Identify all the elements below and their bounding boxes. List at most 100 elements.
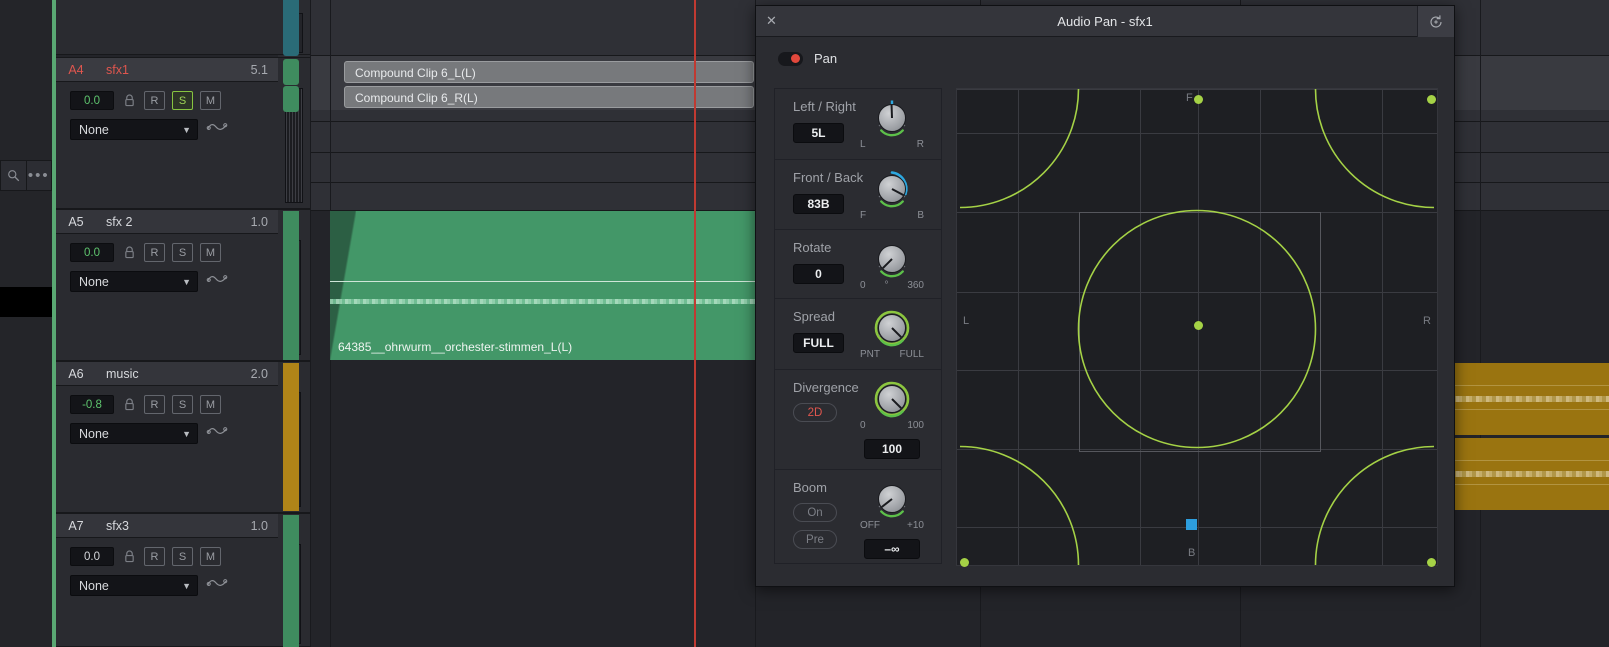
record-button[interactable]: R (144, 91, 165, 110)
spread-knob[interactable] (873, 309, 911, 347)
track-tint-a7 (283, 515, 299, 647)
pan-node-back-left[interactable] (960, 558, 969, 567)
playhead[interactable] (694, 0, 696, 647)
clip-orchester[interactable]: 64385__ohrwurm__orchester-stimmen_L(L) (330, 211, 778, 360)
scale-min: OFF (860, 520, 880, 531)
automation-curve-icon[interactable] (206, 576, 228, 595)
track-number: A4 (68, 62, 84, 77)
knob-needle (890, 104, 893, 119)
rotate-knob[interactable] (873, 240, 911, 278)
pan-node-center[interactable] (1194, 321, 1203, 330)
solo-button[interactable]: S (172, 243, 193, 262)
clip-music-r[interactable] (1449, 438, 1609, 510)
solo-button[interactable]: S (172, 91, 193, 110)
track-format: 5.1 (250, 62, 268, 77)
search-icon[interactable] (1, 161, 26, 190)
effect-dropdown-a6[interactable]: None ▼ (70, 423, 198, 444)
track-name[interactable]: sfx 2 (96, 215, 251, 229)
track-header-a4[interactable]: A4 sfx1 5.1 0.0 R S M None ▼ (56, 57, 278, 209)
track-number: A5 (68, 214, 84, 229)
pan-node-front-right[interactable] (1427, 95, 1436, 104)
rotate-knob-wrap: 0 ° 360 (859, 240, 925, 291)
lock-icon[interactable] (121, 244, 137, 262)
boom-knob[interactable] (873, 480, 911, 518)
record-button[interactable]: R (144, 243, 165, 262)
effect-dropdown-a5[interactable]: None ▼ (70, 271, 198, 292)
spread-value[interactable]: FULL (793, 333, 844, 353)
effect-dropdown-a4[interactable]: None ▼ (70, 119, 198, 140)
front-back-knob[interactable] (873, 170, 911, 208)
timeline-toolbar: ••• (0, 160, 52, 191)
pan-toggle[interactable] (778, 51, 803, 66)
solo-button[interactable]: S (172, 395, 193, 414)
mute-button[interactable]: M (200, 243, 221, 262)
rotate-value[interactable]: 0 (793, 264, 844, 284)
track-header-a7[interactable]: A7 sfx3 1.0 0.0 R S M None ▼ (56, 513, 278, 647)
track-name[interactable]: sfx3 (96, 519, 251, 533)
gain-field[interactable]: 0.0 (70, 243, 114, 262)
control-spread: Spread FULL PNT FULL (775, 299, 941, 370)
timeline-gridline (310, 0, 311, 647)
track-title-a6[interactable]: A6 music 2.0 (56, 362, 278, 386)
mute-button[interactable]: M (200, 395, 221, 414)
lock-icon[interactable] (121, 396, 137, 414)
front-back-value[interactable]: 83B (793, 194, 844, 214)
record-button[interactable]: R (144, 547, 165, 566)
chevron-down-icon: ▼ (182, 428, 191, 439)
track-format: 2.0 (250, 366, 268, 381)
more-options-button[interactable]: ••• (25, 161, 52, 190)
clip-compound-l[interactable]: Compound Clip 6_L(L) (344, 61, 754, 83)
track-controls-a6: -0.8 R S M None ▼ (56, 386, 278, 444)
close-icon[interactable]: ✕ (756, 6, 787, 37)
mute-button[interactable]: M (200, 547, 221, 566)
clip-compound-r[interactable]: Compound Clip 6_R(L) (344, 86, 754, 108)
front-back-knob-wrap: F B (859, 170, 925, 221)
track-headers: A4 sfx1 5.1 0.0 R S M None ▼ A5 sfx 2 1.… (56, 0, 278, 647)
left-right-value[interactable]: 5L (793, 123, 844, 143)
dialog-title-bar[interactable]: ✕ Audio Pan - sfx1 (756, 6, 1454, 37)
solo-button[interactable]: S (172, 547, 193, 566)
track-header-partial (56, 0, 278, 55)
track-name[interactable]: music (96, 367, 251, 381)
record-button[interactable]: R (144, 395, 165, 414)
gain-field[interactable]: 0.0 (70, 547, 114, 566)
pan-toggle-indicator (791, 54, 800, 63)
pan-position-handle[interactable] (1186, 519, 1197, 530)
chevron-down-icon: ▼ (182, 124, 191, 135)
lock-icon[interactable] (121, 548, 137, 566)
automation-curve-icon[interactable] (206, 120, 228, 139)
pan-node-back-right[interactable] (1427, 558, 1436, 567)
track-header-a6[interactable]: A6 music 2.0 -0.8 R S M None ▼ (56, 361, 278, 513)
track-title-a4[interactable]: A4 sfx1 5.1 (56, 58, 278, 82)
clip-music-l[interactable] (1449, 363, 1609, 435)
track-title-a7[interactable]: A7 sfx3 1.0 (56, 514, 278, 538)
scale-max: 360 (907, 280, 924, 291)
automation-curve-icon[interactable] (206, 272, 228, 291)
pan-controls-column: Left / Right 5L L R Front / Back 83B F B… (774, 88, 942, 564)
control-front-back: Front / Back 83B F B (775, 160, 941, 230)
left-right-knob[interactable] (873, 99, 911, 137)
divergence-mode-button[interactable]: 2D (793, 403, 837, 422)
boom-value[interactable]: –∞ (864, 539, 920, 559)
track-name[interactable]: sfx1 (96, 63, 251, 77)
pan-field[interactable]: F L R B (956, 88, 1438, 567)
track-header-a5[interactable]: A5 sfx 2 1.0 0.0 R S M None ▼ (56, 209, 278, 361)
divergence-value[interactable]: 100 (864, 439, 920, 459)
track-format: 1.0 (250, 518, 268, 533)
divergence-knob[interactable] (873, 380, 911, 418)
pan-label-front: F (1186, 92, 1193, 104)
divergence-knob-wrap: 0 100 100 (859, 380, 925, 459)
effect-dropdown-a7[interactable]: None ▼ (70, 575, 198, 596)
boom-pre-button[interactable]: Pre (793, 530, 837, 549)
boom-on-button[interactable]: On (793, 503, 837, 522)
scale-max: 100 (907, 420, 924, 431)
gain-field[interactable]: -0.8 (70, 395, 114, 414)
lock-icon[interactable] (121, 92, 137, 110)
mute-button[interactable]: M (200, 91, 221, 110)
pan-node-front[interactable] (1194, 95, 1203, 104)
reset-icon[interactable] (1417, 6, 1454, 37)
automation-curve-icon[interactable] (206, 424, 228, 443)
track-title-a5[interactable]: A5 sfx 2 1.0 (56, 210, 278, 234)
gain-field[interactable]: 0.0 (70, 91, 114, 110)
track-tint-a6 (283, 363, 299, 511)
